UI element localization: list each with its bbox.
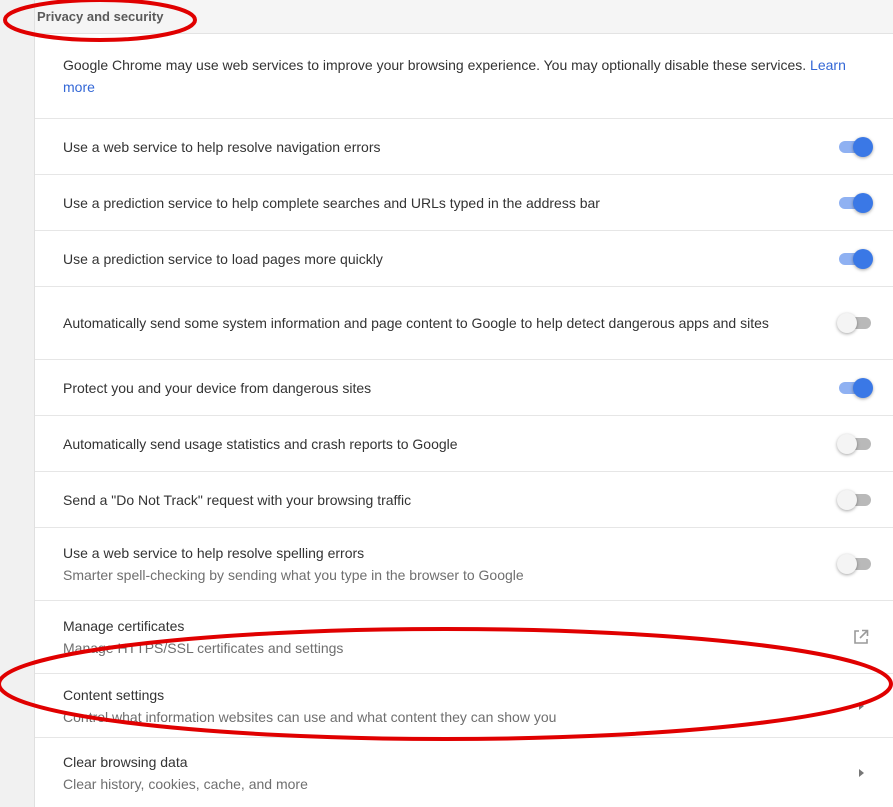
usage-statistics-toggle[interactable] [837,433,873,454]
setting-text: Use a web service to help resolve naviga… [63,136,803,158]
arrow-right-icon[interactable] [851,763,871,783]
toggle-knob [853,192,873,213]
setting-label: Automatically send usage statistics and … [63,435,458,452]
section-title: Privacy and security [37,9,164,24]
link-sublabel: Control what information websites can us… [63,708,557,725]
setting-label: Protect you and your device from dangero… [63,379,372,396]
toggle-knob [853,248,873,269]
link-text: Manage certificates Manage HTTPS/SSL cer… [63,615,803,659]
setting-sublabel: Smarter spell-checking by sending what y… [63,567,524,583]
setting-label: Use a web service to help resolve spelli… [63,545,365,561]
do-not-track-toggle[interactable] [837,489,873,510]
toggle-knob [837,554,857,574]
setting-label: Automatically send some system informati… [63,315,769,331]
intro-row: Google Chrome may use web services to im… [35,34,893,119]
settings-card: Google Chrome may use web services to im… [35,34,893,807]
toggle-knob [837,313,857,333]
toggle-knob [853,136,873,157]
intro-text-wrap: Google Chrome may use web services to im… [63,54,873,98]
setting-row-usage-statistics[interactable]: Automatically send usage statistics and … [35,416,893,472]
clear-browsing-data-row[interactable]: Clear browsing data Clear history, cooki… [35,738,893,807]
left-gutter [0,0,35,807]
page-preload-toggle[interactable] [837,248,873,269]
safe-browsing-toggle[interactable] [837,377,873,398]
setting-row-safe-browsing[interactable]: Protect you and your device from dangero… [35,360,893,416]
setting-label: Use a web service to help resolve naviga… [63,138,381,155]
setting-text: Automatically send usage statistics and … [63,433,803,455]
settings-page: Privacy and security Google Chrome may u… [0,0,893,807]
setting-row-safe-browsing-reports[interactable]: Automatically send some system informati… [35,287,893,360]
manage-certificates-row[interactable]: Manage certificates Manage HTTPS/SSL cer… [35,601,893,674]
navigation-errors-toggle[interactable] [837,136,873,157]
link-label: Clear browsing data [63,753,188,770]
search-prediction-toggle[interactable] [837,192,873,213]
toggle-knob [837,489,857,510]
intro-description: Google Chrome may use web services to im… [63,57,811,73]
setting-text: Use a prediction service to help complet… [63,192,803,214]
toggle-knob [837,433,857,454]
setting-row-page-preload[interactable]: Use a prediction service to load pages m… [35,231,893,287]
arrow-right-icon[interactable] [851,696,871,716]
link-text: Clear browsing data Clear history, cooki… [63,751,803,795]
content-settings-row[interactable]: Content settings Control what informatio… [35,674,893,738]
setting-text: Use a prediction service to load pages m… [63,248,803,270]
link-label: Manage certificates [63,618,185,634]
setting-text: Send a "Do Not Track" request with your … [63,489,803,511]
section-header: Privacy and security [35,0,893,34]
setting-text: Use a web service to help resolve spelli… [63,542,803,586]
setting-label: Use a prediction service to load pages m… [63,250,383,267]
link-sublabel: Manage HTTPS/SSL certificates and settin… [63,640,344,656]
setting-row-spelling-service[interactable]: Use a web service to help resolve spelli… [35,528,893,601]
link-label: Content settings [63,686,165,703]
setting-row-do-not-track[interactable]: Send a "Do Not Track" request with your … [35,472,893,528]
toggle-knob [853,377,873,398]
intro-text: Google Chrome may use web services to im… [63,54,873,98]
setting-row-navigation-errors[interactable]: Use a web service to help resolve naviga… [35,119,893,175]
setting-text: Automatically send some system informati… [63,312,803,334]
setting-text: Protect you and your device from dangero… [63,377,803,399]
spelling-service-toggle[interactable] [837,554,873,574]
setting-label: Send a "Do Not Track" request with your … [63,491,412,508]
link-sublabel: Clear history, cookies, cache, and more [63,775,308,792]
safe-browsing-reports-toggle[interactable] [837,313,873,333]
setting-row-search-prediction[interactable]: Use a prediction service to help complet… [35,175,893,231]
link-text: Content settings Control what informatio… [63,684,803,728]
external-link-icon[interactable] [851,627,871,647]
setting-label: Use a prediction service to help complet… [63,194,600,211]
